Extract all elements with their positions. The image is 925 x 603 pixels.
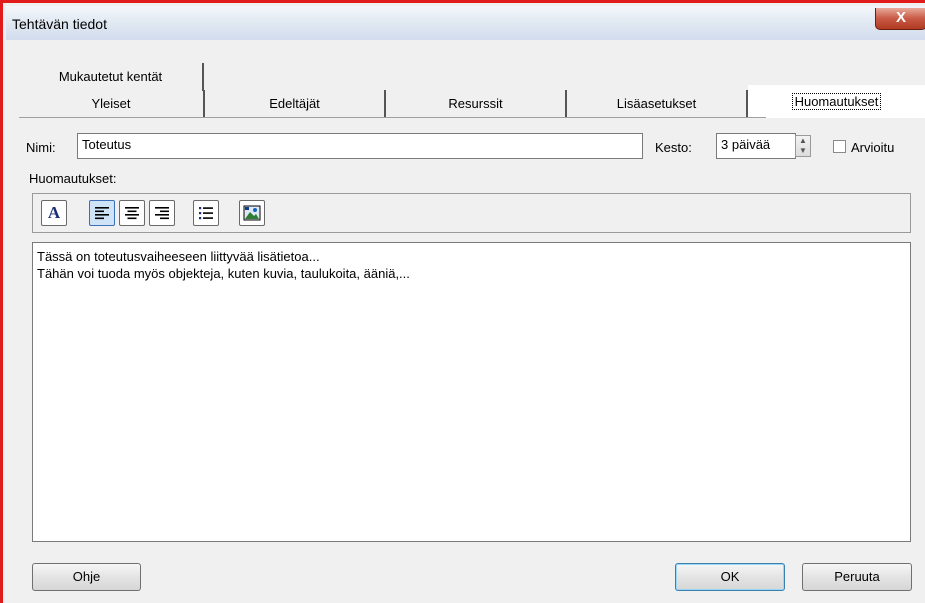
name-value: Toteutus	[82, 137, 132, 152]
tab-general[interactable]: Yleiset	[19, 90, 205, 118]
tab-advanced[interactable]: Lisäasetukset	[567, 90, 748, 118]
tab-label: Yleiset	[91, 96, 131, 111]
align-right-button[interactable]	[149, 200, 175, 226]
align-left-button[interactable]	[89, 200, 115, 226]
tab-label: Edeltäjät	[269, 96, 320, 111]
bullet-list-button[interactable]	[193, 200, 219, 226]
align-right-icon	[155, 207, 169, 220]
title-bar[interactable]: Tehtävän tiedot X	[6, 6, 925, 40]
tab-label: Lisäasetukset	[616, 96, 697, 111]
tab-label: Huomautukset	[791, 93, 882, 110]
font-button[interactable]: A	[41, 200, 67, 226]
estimated-label: Arvioitu	[851, 140, 895, 155]
insert-object-icon	[243, 205, 261, 221]
notes-textarea[interactable]: Tässä on toteutusvaiheeseen liittyvää li…	[32, 242, 911, 542]
duration-label: Kesto:	[655, 140, 692, 155]
notes-line: Tässä on toteutusvaiheeseen liittyvää li…	[37, 249, 320, 264]
close-button[interactable]: X	[875, 8, 925, 30]
spin-up-icon[interactable]: ▲	[796, 136, 810, 146]
align-center-button[interactable]	[119, 200, 145, 226]
tab-predecessors[interactable]: Edeltäjät	[205, 90, 386, 118]
tab-resources[interactable]: Resurssit	[386, 90, 567, 118]
insert-object-button[interactable]	[239, 200, 265, 226]
tab-notes[interactable]: Huomautukset	[748, 85, 925, 118]
notes-label: Huomautukset:	[29, 171, 117, 186]
tab-divider	[19, 117, 766, 118]
font-icon: A	[47, 203, 61, 222]
spin-down-icon[interactable]: ▼	[796, 146, 810, 156]
dialog-window: Tehtävän tiedot X Mukautetut kentät Ylei…	[0, 0, 925, 603]
help-button-label: Ohje	[72, 569, 101, 584]
duration-input[interactable]: 3 päivää	[716, 133, 796, 159]
help-button[interactable]: Ohje	[32, 563, 141, 591]
name-label: Nimi:	[26, 140, 56, 155]
tab-label: Mukautetut kentät	[58, 69, 163, 84]
name-input[interactable]: Toteutus	[77, 133, 643, 159]
cancel-button[interactable]: Peruuta	[802, 563, 912, 591]
tab-label: Resurssit	[448, 96, 503, 111]
tab-custom-fields[interactable]: Mukautetut kentät	[19, 63, 204, 91]
window-title: Tehtävän tiedot	[12, 16, 107, 32]
close-icon: X	[895, 9, 906, 26]
notes-line: Tähän voi tuoda myös objekteja, kuten ku…	[37, 266, 410, 281]
cancel-button-label: Peruuta	[834, 569, 880, 584]
ok-button[interactable]: OK	[675, 563, 785, 591]
duration-spinner[interactable]: ▲ ▼	[795, 135, 811, 157]
duration-value: 3 päivää	[721, 137, 771, 152]
format-toolbar: A	[32, 193, 911, 233]
bullet-list-icon	[199, 207, 213, 220]
align-center-icon	[125, 207, 139, 220]
ok-button-label: OK	[720, 569, 740, 584]
align-left-icon	[95, 207, 109, 220]
estimated-checkbox[interactable]	[833, 140, 846, 153]
